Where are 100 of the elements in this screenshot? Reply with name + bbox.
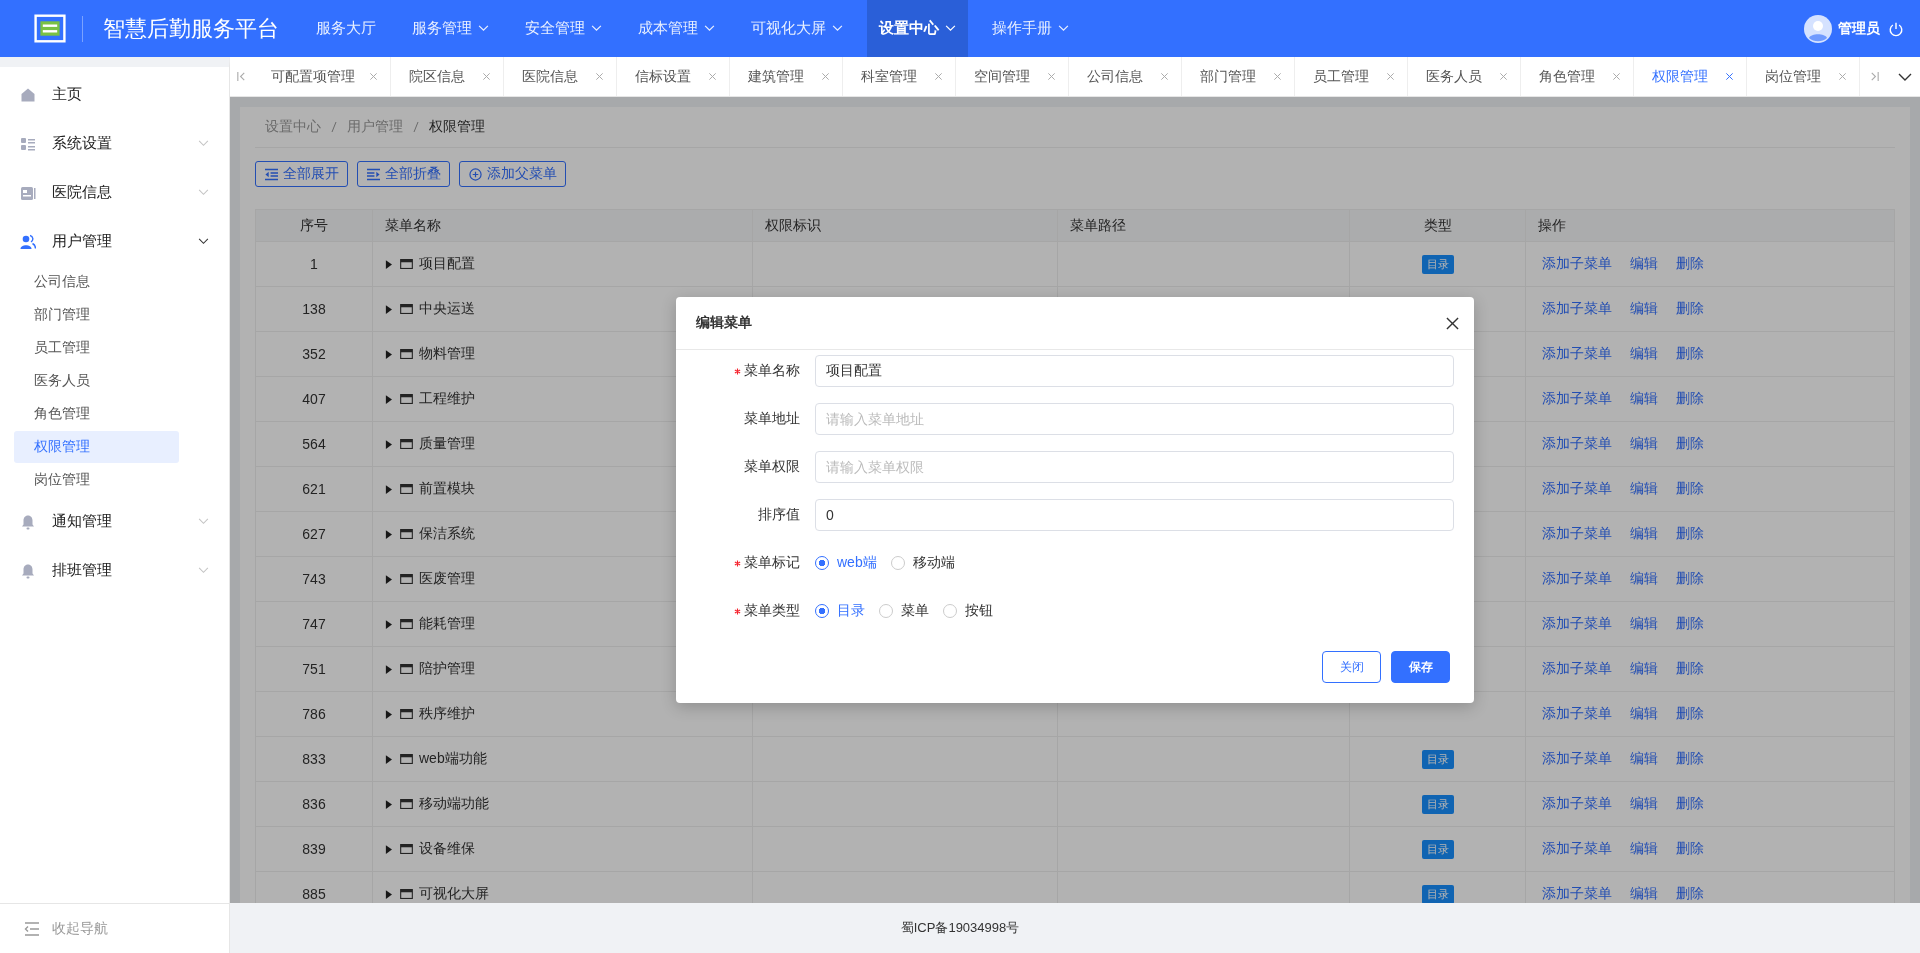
action-link[interactable]: 删除	[1676, 480, 1704, 498]
tab[interactable]: 医院信息	[504, 57, 617, 96]
action-link[interactable]: 添加子菜单	[1542, 570, 1612, 588]
radio-option[interactable]: 菜单	[879, 602, 929, 620]
sidebar-subitem[interactable]: 部门管理	[14, 299, 179, 331]
action-link[interactable]: 添加子菜单	[1542, 750, 1612, 768]
text-input[interactable]: 请输入菜单权限	[815, 451, 1454, 483]
tab[interactable]: 院区信息	[391, 57, 504, 96]
caret-right-icon[interactable]	[385, 664, 392, 674]
save-button[interactable]: 保存	[1391, 651, 1450, 683]
tab[interactable]: 权限管理	[1634, 57, 1747, 96]
sidebar-subitem[interactable]: 医务人员	[14, 365, 179, 397]
action-link[interactable]: 编辑	[1630, 750, 1658, 768]
caret-right-icon[interactable]	[385, 484, 392, 494]
caret-right-icon[interactable]	[385, 709, 392, 719]
sidebar-item[interactable]: 主页	[0, 70, 229, 119]
toolbar-button[interactable]: 全部展开	[255, 161, 348, 187]
caret-right-icon[interactable]	[385, 394, 392, 404]
sidebar-item[interactable]: 系统设置	[0, 119, 229, 168]
tab[interactable]: 空间管理	[956, 57, 1069, 96]
action-link[interactable]: 删除	[1676, 660, 1704, 678]
action-link[interactable]: 编辑	[1630, 300, 1658, 318]
sidebar-item[interactable]: 通知管理	[0, 497, 229, 546]
action-link[interactable]: 添加子菜单	[1542, 660, 1612, 678]
action-link[interactable]: 删除	[1676, 705, 1704, 723]
caret-right-icon[interactable]	[385, 889, 392, 899]
action-link[interactable]: 删除	[1676, 345, 1704, 363]
action-link[interactable]: 编辑	[1630, 705, 1658, 723]
sidebar-subitem[interactable]: 公司信息	[14, 266, 179, 298]
tab[interactable]: 公司信息	[1069, 57, 1182, 96]
toolbar-button[interactable]: 全部折叠	[357, 161, 450, 187]
tab[interactable]: 医务人员	[1408, 57, 1521, 96]
caret-right-icon[interactable]	[385, 799, 392, 809]
caret-right-icon[interactable]	[385, 754, 392, 764]
nav-menu-item[interactable]: 服务大厅	[304, 0, 388, 57]
action-link[interactable]: 删除	[1676, 255, 1704, 273]
action-link[interactable]: 添加子菜单	[1542, 885, 1612, 903]
action-link[interactable]: 添加子菜单	[1542, 795, 1612, 813]
nav-menu-item[interactable]: 安全管理	[513, 0, 614, 57]
caret-right-icon[interactable]	[385, 574, 392, 584]
action-link[interactable]: 编辑	[1630, 435, 1658, 453]
tab[interactable]: 建筑管理	[730, 57, 843, 96]
toolbar-button[interactable]: 添加父菜单	[459, 161, 566, 187]
breadcrumb-link[interactable]: 用户管理	[347, 118, 403, 136]
tab[interactable]: 岗位管理	[1747, 57, 1860, 96]
caret-right-icon[interactable]	[385, 529, 392, 539]
action-link[interactable]: 删除	[1676, 750, 1704, 768]
close-icon[interactable]	[1446, 316, 1459, 330]
radio-option[interactable]: web端	[815, 554, 877, 572]
action-link[interactable]: 编辑	[1630, 480, 1658, 498]
sidebar-subitem[interactable]: 权限管理	[14, 431, 179, 463]
tab[interactable]: 部门管理	[1182, 57, 1295, 96]
action-link[interactable]: 添加子菜单	[1542, 480, 1612, 498]
caret-right-icon[interactable]	[385, 349, 392, 359]
tab[interactable]: 员工管理	[1295, 57, 1408, 96]
action-link[interactable]: 添加子菜单	[1542, 435, 1612, 453]
tab[interactable]: 可配置项管理	[253, 57, 391, 96]
user-name[interactable]: 管理员	[1838, 19, 1880, 38]
action-link[interactable]: 添加子菜单	[1542, 840, 1612, 858]
action-link[interactable]: 编辑	[1630, 885, 1658, 903]
action-link[interactable]: 删除	[1676, 570, 1704, 588]
radio-option[interactable]: 移动端	[890, 554, 955, 572]
action-link[interactable]: 删除	[1676, 300, 1704, 318]
avatar-icon[interactable]	[1804, 14, 1832, 43]
tab[interactable]: 角色管理	[1521, 57, 1634, 96]
nav-menu-item[interactable]: 成本管理	[626, 0, 727, 57]
action-link[interactable]: 编辑	[1630, 795, 1658, 813]
nav-menu-item[interactable]: 服务管理	[400, 0, 501, 57]
action-link[interactable]: 添加子菜单	[1542, 345, 1612, 363]
action-link[interactable]: 编辑	[1630, 570, 1658, 588]
tab[interactable]: 科室管理	[843, 57, 956, 96]
sidebar-item[interactable]: 排班管理	[0, 546, 229, 595]
action-link[interactable]: 添加子菜单	[1542, 255, 1612, 273]
sidebar-item[interactable]: 用户管理	[0, 217, 229, 266]
action-link[interactable]: 删除	[1676, 435, 1704, 453]
close-button[interactable]: 关闭	[1322, 651, 1381, 683]
action-link[interactable]: 删除	[1676, 390, 1704, 408]
collapse-nav-button[interactable]: 收起导航	[0, 903, 229, 953]
sidebar-subitem[interactable]: 员工管理	[14, 332, 179, 364]
text-input[interactable]: 请输入菜单地址	[815, 403, 1454, 435]
action-link[interactable]: 删除	[1676, 795, 1704, 813]
breadcrumb-link[interactable]: 权限管理	[429, 118, 485, 136]
action-link[interactable]: 添加子菜单	[1542, 390, 1612, 408]
radio-option[interactable]: 按钮	[943, 602, 993, 620]
text-input[interactable]: 0	[815, 499, 1454, 531]
action-link[interactable]: 编辑	[1630, 615, 1658, 633]
action-link[interactable]: 添加子菜单	[1542, 705, 1612, 723]
action-link[interactable]: 编辑	[1630, 345, 1658, 363]
sidebar-subitem[interactable]: 角色管理	[14, 398, 179, 430]
action-link[interactable]: 添加子菜单	[1542, 300, 1612, 318]
action-link[interactable]: 删除	[1676, 840, 1704, 858]
nav-menu-item[interactable]: 设置中心	[867, 0, 968, 57]
sidebar-subitem[interactable]: 岗位管理	[14, 464, 179, 496]
nav-menu-item[interactable]: 操作手册	[980, 0, 1081, 57]
tab[interactable]: 信标设置	[617, 57, 730, 96]
action-link[interactable]: 编辑	[1630, 840, 1658, 858]
caret-right-icon[interactable]	[385, 304, 392, 314]
text-input[interactable]: 项目配置	[815, 355, 1454, 387]
breadcrumb-link[interactable]: 设置中心	[265, 118, 321, 136]
nav-menu-item[interactable]: 可视化大屏	[739, 0, 855, 57]
